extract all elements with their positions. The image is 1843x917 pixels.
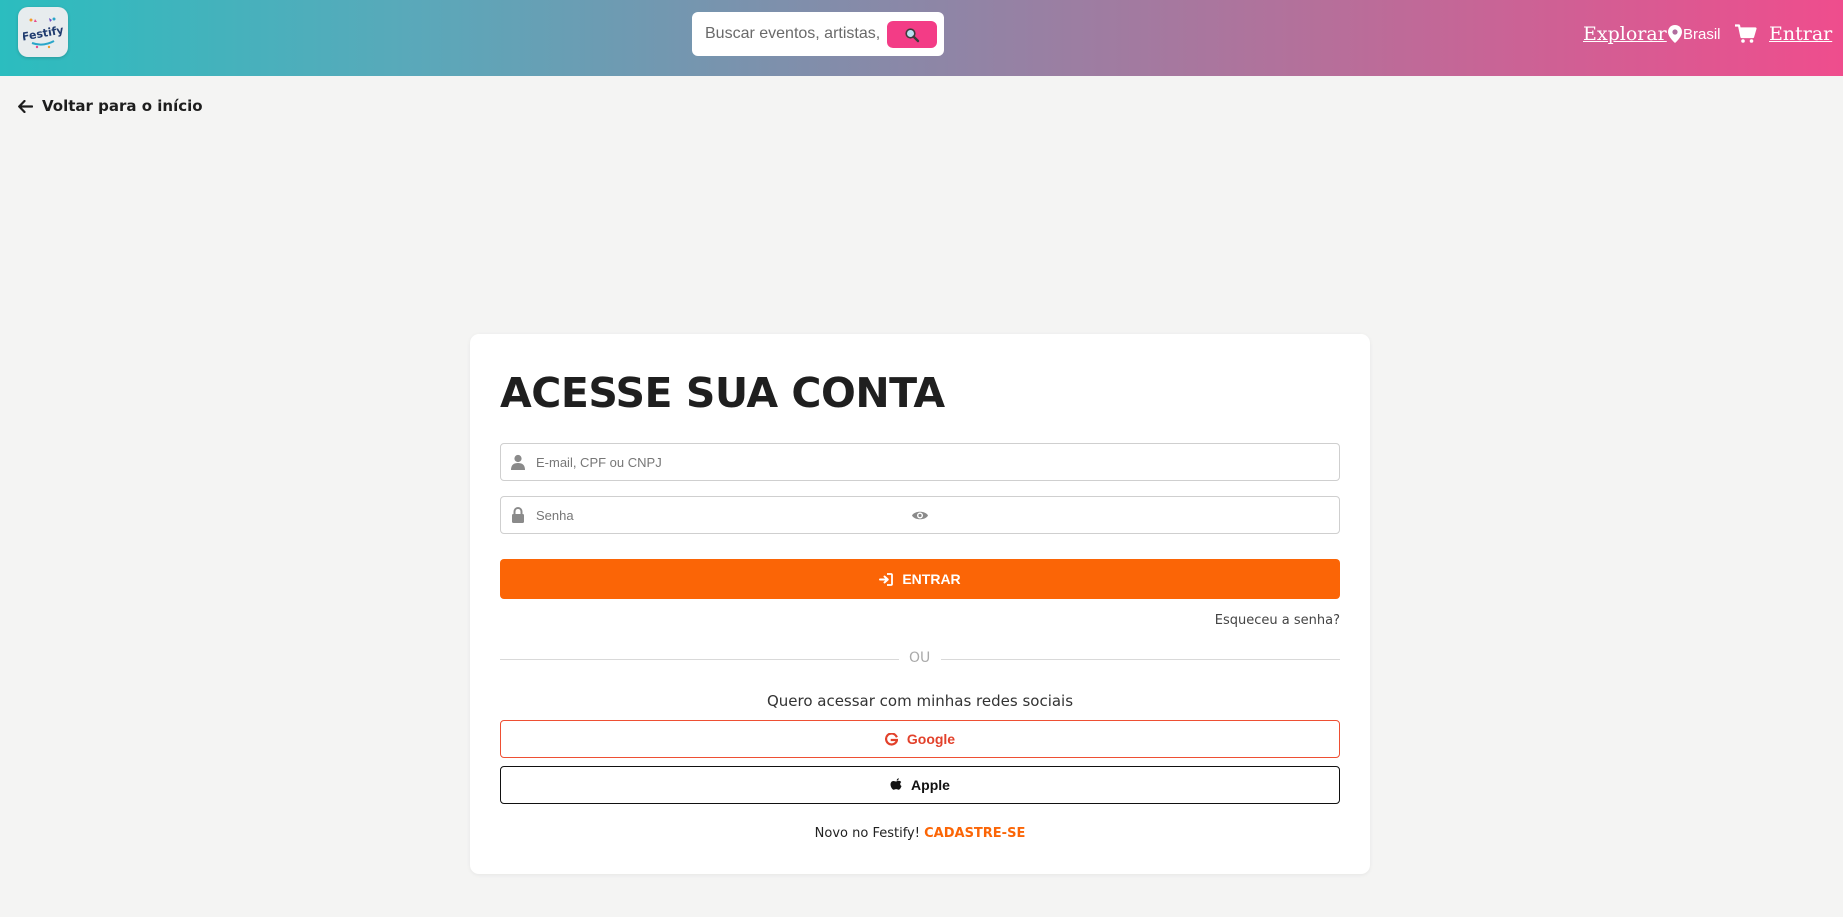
eye-icon[interactable]: [911, 509, 929, 522]
festify-logo[interactable]: Festify: [18, 7, 68, 57]
lock-icon: [512, 507, 524, 523]
divider-line-left: [500, 659, 899, 660]
forgot-password-link[interactable]: Esqueceu a senha?: [1215, 613, 1340, 628]
back-to-home-link[interactable]: Voltar para o início: [18, 97, 203, 115]
festify-logo-icon: Festify: [23, 17, 63, 49]
password-input[interactable]: [536, 497, 896, 533]
signup-prompt-text: Novo no Festify!: [814, 826, 920, 841]
apple-login-button[interactable]: Apple: [500, 766, 1340, 804]
login-card: ACESSE SUA CONTA ENTRAR Esqueceu a senha…: [470, 334, 1370, 874]
social-login-prompt: Quero acessar com minhas redes sociais: [766, 692, 1074, 710]
location-label: Brasil: [1683, 25, 1721, 43]
google-icon: [884, 732, 898, 746]
cart-button[interactable]: [1735, 24, 1757, 46]
login-submit-label: ENTRAR: [902, 571, 961, 587]
password-field: [500, 496, 1340, 534]
nav-explore-link[interactable]: Explorar: [1583, 23, 1667, 45]
user-field: [500, 443, 1340, 481]
nav-login-link[interactable]: Entrar: [1769, 23, 1832, 45]
search-input[interactable]: [705, 19, 885, 49]
map-pin-icon: [1668, 25, 1682, 43]
login-submit-button[interactable]: ENTRAR: [500, 559, 1340, 599]
signup-prompt: Novo no Festify! CADASTRE-SE: [470, 826, 1370, 841]
cart-icon: [1735, 24, 1757, 43]
search-button[interactable]: [887, 21, 937, 48]
google-login-label: Google: [906, 731, 956, 747]
or-divider: OU: [500, 650, 1340, 668]
top-header: Festify Explorar Brasil Entrar: [0, 0, 1843, 76]
divider-label: OU: [909, 650, 931, 666]
user-icon: [511, 454, 525, 470]
svg-text:Festify: Festify: [23, 23, 63, 43]
google-login-button[interactable]: Google: [500, 720, 1340, 758]
location-selector[interactable]: Brasil: [1668, 25, 1721, 43]
divider-line-right: [941, 659, 1340, 660]
signup-link[interactable]: CADASTRE-SE: [924, 826, 1025, 841]
page-title: ACESSE SUA CONTA: [500, 369, 945, 417]
search-icon: [905, 27, 920, 42]
search-bar: [692, 12, 944, 56]
email-cpf-cnpj-input[interactable]: [536, 444, 1326, 480]
apple-icon: [890, 778, 902, 790]
sign-in-icon: [879, 572, 894, 586]
apple-login-label: Apple: [911, 777, 950, 793]
arrow-left-icon: [18, 99, 33, 113]
back-link-label: Voltar para o início: [42, 97, 203, 115]
